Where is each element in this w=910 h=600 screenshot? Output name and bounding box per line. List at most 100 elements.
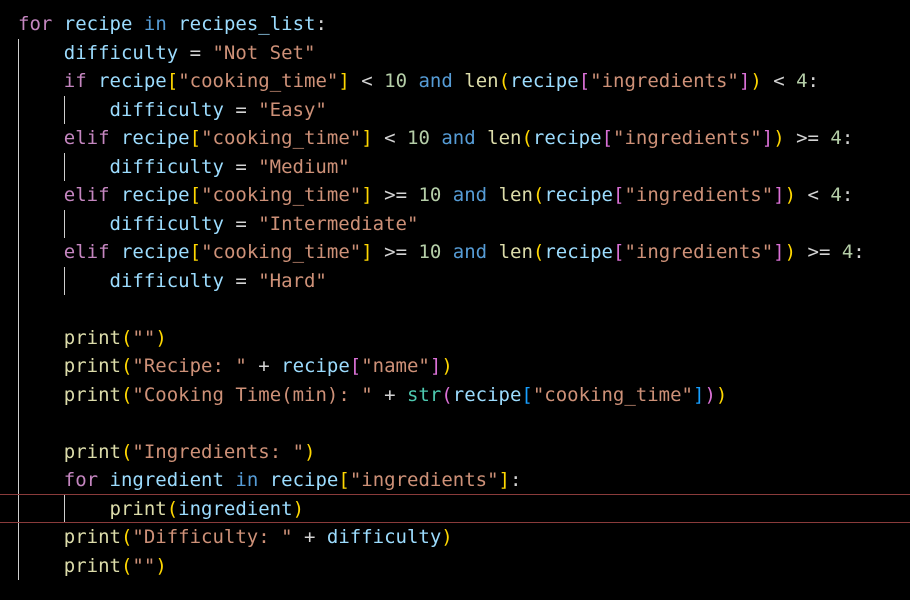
code-line[interactable]: if recipe["cooking_time"] < 10 and len(r… (18, 67, 819, 96)
code-token: if (63, 70, 87, 92)
code-line[interactable]: print("Recipe: " + recipe["name"]) (18, 352, 453, 381)
code-token: < (796, 184, 831, 206)
code-line[interactable]: print("") (18, 552, 167, 581)
code-token: ] (738, 70, 751, 92)
code-token: ( (120, 526, 133, 548)
code-line[interactable]: print("") (18, 324, 167, 353)
code-token: ingredient (109, 469, 224, 491)
code-token: "cooking_time" (201, 184, 362, 206)
code-token: difficulty (326, 526, 442, 548)
code-token: print (63, 383, 121, 406)
code-token: "cooking_time" (201, 127, 362, 149)
code-line[interactable]: difficulty = "Not Set" (18, 39, 316, 68)
code-line[interactable]: print("Ingredients: ") (18, 438, 316, 467)
code-token: [ (189, 127, 202, 149)
code-token: [ (349, 355, 362, 377)
code-token: ] (761, 127, 774, 149)
code-token: : (841, 127, 854, 149)
code-token: "Hard" (258, 269, 327, 292)
code-token: [ (613, 241, 625, 263)
code-token: 10 (384, 70, 408, 92)
code-token: len (487, 127, 522, 149)
code-token: difficulty (63, 41, 179, 64)
code-token: recipe (544, 241, 613, 263)
code-line[interactable]: print("Difficulty: " + difficulty) (18, 523, 453, 552)
code-token: ) (304, 440, 316, 463)
code-token: ( (120, 554, 133, 577)
code-token: recipe (98, 70, 167, 92)
code-token: >= (784, 127, 831, 149)
code-token: ] (361, 127, 373, 149)
code-token: and (418, 70, 453, 92)
code-token: and (452, 184, 488, 206)
code-token: = (223, 212, 259, 235)
code-line[interactable]: difficulty = "Medium" (18, 153, 350, 182)
code-token: elif (63, 184, 110, 206)
code-token: "cooking_time" (201, 241, 362, 263)
code-token: [ (578, 70, 591, 92)
code-line[interactable]: for recipe in recipes_list: (18, 10, 327, 39)
code-token: "" (132, 554, 156, 577)
code-token: recipe (120, 184, 190, 206)
code-line[interactable]: difficulty = "Easy" (18, 96, 327, 125)
code-line[interactable]: for ingredient in recipe["ingredients"]: (18, 466, 522, 495)
code-token: ] (361, 241, 373, 263)
code-token: "cooking_time" (178, 70, 339, 92)
code-line[interactable]: print(ingredient) (18, 495, 305, 524)
code-token: ) (155, 554, 167, 577)
code-token: ( (120, 383, 133, 406)
code-token: print (63, 554, 121, 577)
code-line[interactable]: difficulty = "Hard" (18, 267, 327, 296)
code-line[interactable]: elif recipe["cooking_time"] >= 10 and le… (18, 181, 854, 210)
code-token: and (441, 127, 476, 149)
code-token: ( (532, 241, 545, 263)
code-token: "ingredients" (349, 469, 499, 491)
code-token: print (63, 440, 121, 463)
code-token: = (223, 155, 259, 178)
code-token: ( (532, 184, 545, 206)
code-line[interactable]: elif recipe["cooking_time"] < 10 and len… (18, 124, 854, 153)
code-editor[interactable]: for recipe in recipes_list: difficulty =… (0, 0, 910, 600)
code-token: "ingredients" (624, 184, 774, 206)
code-token: elif (63, 241, 110, 263)
code-token: str (406, 383, 442, 406)
code-token: ) (784, 184, 797, 206)
code-token: : (510, 469, 522, 491)
code-token: 4 (841, 241, 854, 263)
code-token: for (18, 13, 53, 35)
code-token: : (807, 70, 819, 92)
code-token: "Difficulty: " (132, 526, 293, 548)
code-token: for (63, 469, 99, 491)
code-token: ( (441, 383, 453, 406)
code-token: "Recipe: " (132, 355, 247, 377)
code-token: in (143, 13, 167, 35)
code-token: "Intermediate" (258, 212, 419, 235)
code-token: 4 (830, 184, 842, 206)
code-token: [ (613, 184, 625, 206)
code-token: = (223, 98, 259, 121)
code-token: 4 (796, 70, 808, 92)
code-line[interactable]: elif recipe["cooking_time"] >= 10 and le… (18, 238, 865, 267)
code-token: ) (773, 127, 785, 149)
code-line[interactable]: difficulty = "Intermediate" (18, 210, 419, 239)
code-line[interactable]: print("Cooking Time(min): " + str(recipe… (18, 381, 728, 410)
code-token: : (853, 241, 865, 263)
